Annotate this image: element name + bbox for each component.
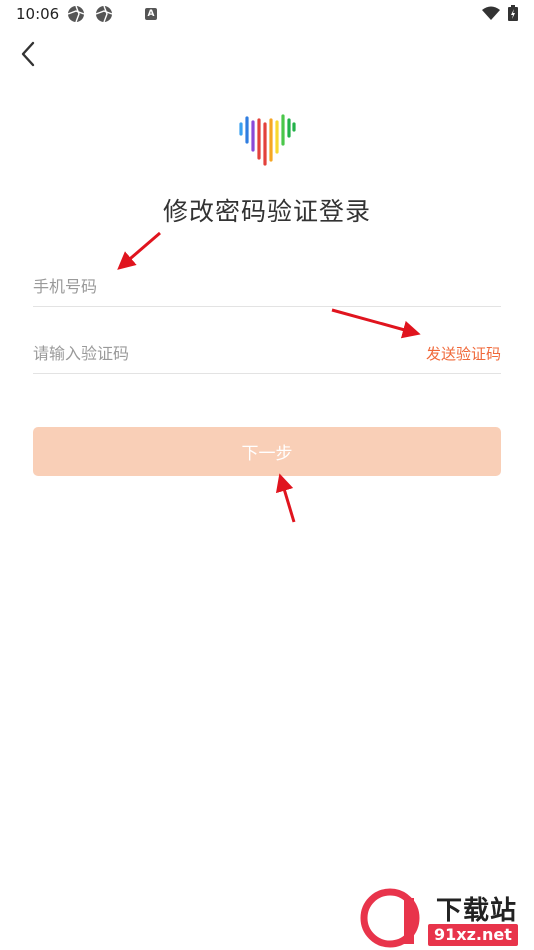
status-left-icons: A [67,5,157,23]
watermark-title: 下载站 [436,896,518,926]
arrow-to-phone-field [117,231,161,270]
page-title: 修改密码验证登录 [162,197,371,226]
back-button[interactable] [14,38,42,70]
watermark: 下载站 91xz.net [360,886,534,950]
arrow-to-send-code [331,308,421,339]
wifi-icon [482,6,500,20]
status-time: 10:06 [16,5,60,23]
send-code-button[interactable]: 发送验证码 [426,343,501,364]
heart-soundwave-logo [239,114,296,166]
status-bar: 10:06 A [0,0,534,28]
chevron-left-icon [21,41,35,67]
aperture-icon [67,5,85,23]
watermark-logo-icon [360,888,420,948]
code-field[interactable]: 发送验证码 [33,333,501,374]
arrow-to-next-button [275,473,296,523]
verification-code-input[interactable] [33,333,393,373]
status-right-icons [482,5,518,21]
phone-input[interactable] [33,266,501,306]
aperture-icon [95,5,113,23]
phone-field[interactable] [33,266,501,307]
app-notification-icon: A [145,8,157,20]
watermark-url: 91xz.net [428,924,518,946]
battery-charging-icon [508,5,518,21]
next-button[interactable]: 下一步 [33,427,501,476]
